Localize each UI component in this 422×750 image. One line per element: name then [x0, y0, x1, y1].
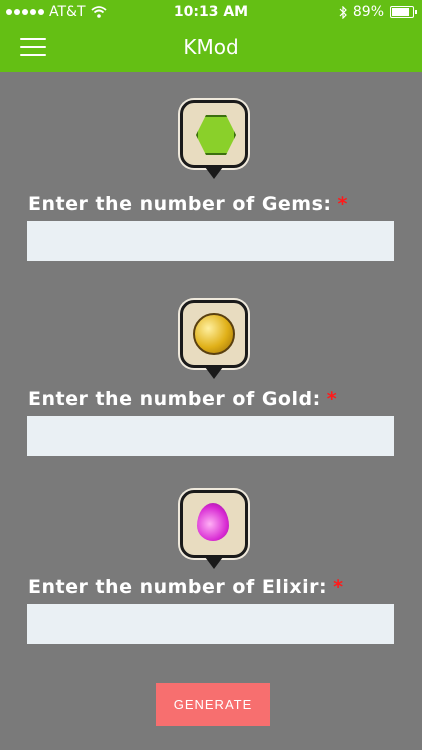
app-title: KMod: [183, 35, 239, 59]
gems-input[interactable]: [27, 221, 394, 261]
gem-icon: [196, 115, 236, 155]
required-asterisk: *: [333, 576, 344, 598]
gold-badge: [180, 300, 248, 379]
status-bar: AT&T 10:13 AM 89%: [0, 0, 422, 24]
gold-input[interactable]: [27, 416, 394, 456]
gems-label: Enter the number of Gems: *: [28, 193, 348, 215]
gold-coin-icon: [193, 313, 235, 355]
elixir-input[interactable]: [27, 604, 394, 644]
required-asterisk: *: [337, 193, 348, 215]
battery-percent: 89%: [352, 4, 384, 20]
battery-icon: [390, 6, 417, 18]
elixir-badge: [180, 490, 248, 569]
elixir-label: Enter the number of Elixir: *: [28, 576, 344, 598]
generate-button[interactable]: GENERATE: [156, 683, 270, 726]
bluetooth-icon: [339, 5, 347, 19]
required-asterisk: *: [326, 388, 338, 410]
status-right: 89%: [339, 4, 417, 20]
elixir-drop-icon: [197, 503, 229, 541]
gem-badge: [180, 100, 248, 179]
app-bar: KMod: [0, 24, 422, 72]
gold-label: Enter the number of Gold: *: [28, 388, 338, 410]
